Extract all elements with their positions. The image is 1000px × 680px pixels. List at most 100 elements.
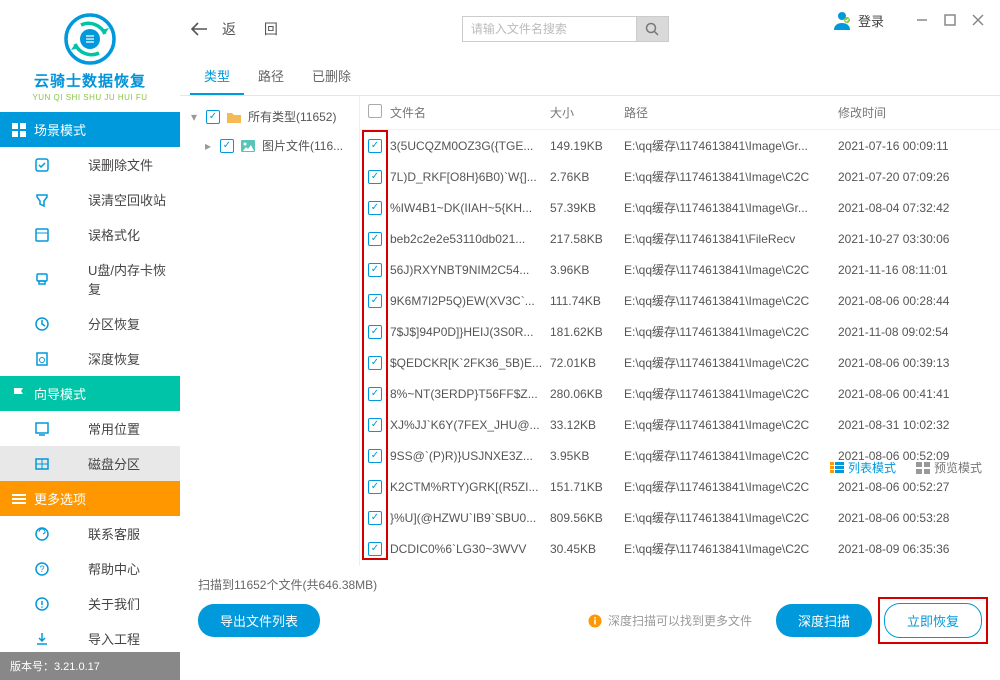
- col-filename[interactable]: 文件名: [390, 104, 550, 121]
- collapse-icon[interactable]: ▾: [188, 110, 200, 124]
- cell-filename: beb2c2e2e53110db021...: [390, 232, 550, 246]
- sidebar: 云骑士数据恢复 YUN QI SHI SHU JU HUI FU 场景模式 误删…: [0, 40, 180, 652]
- cell-size: 72.01KB: [550, 356, 624, 370]
- cell-date: 2021-08-06 00:52:27: [838, 480, 988, 494]
- cell-date: 2021-07-16 00:09:11: [838, 139, 988, 153]
- nav-item[interactable]: 导入工程: [0, 621, 180, 656]
- cell-path: E:\qq缓存\1174613841\Image\C2C: [624, 540, 838, 557]
- file-list-header: 文件名 大小 路径 修改时间: [360, 96, 1000, 130]
- col-path[interactable]: 路径: [624, 104, 838, 121]
- col-size[interactable]: 大小: [550, 104, 624, 121]
- tree-row-images[interactable]: ▸ ✓ 图片文件(116...: [180, 131, 359, 160]
- row-checkbox[interactable]: ✓: [368, 232, 382, 246]
- file-row[interactable]: ✓DCDIC0%6`LG30~3WVV30.45KBE:\qq缓存\117461…: [360, 533, 1000, 564]
- nav-item[interactable]: 常用位置: [0, 411, 180, 446]
- cell-path: E:\qq缓存\1174613841\FileRecv: [624, 230, 838, 247]
- file-row[interactable]: ✓7L)D_RKF[O8H}6B0)`W{]...2.76KBE:\qq缓存\1…: [360, 161, 1000, 192]
- search-button[interactable]: [637, 16, 669, 42]
- file-row[interactable]: ✓%IW4B1~DK(IIAH~5{KH...57.39KBE:\qq缓存\11…: [360, 192, 1000, 223]
- search-input[interactable]: [462, 16, 637, 42]
- cell-path: E:\qq缓存\1174613841\Image\C2C: [624, 447, 838, 464]
- deep-scan-tip: 深度扫描可以找到更多文件: [588, 612, 752, 629]
- row-checkbox[interactable]: ✓: [368, 542, 382, 556]
- nav-item[interactable]: 联系客服: [0, 516, 180, 551]
- flag-icon: [12, 387, 26, 401]
- row-checkbox[interactable]: ✓: [368, 511, 382, 525]
- cell-size: 181.62KB: [550, 325, 624, 339]
- row-checkbox[interactable]: ✓: [368, 263, 382, 277]
- file-row[interactable]: ✓3(5UCQZM0OZ3G({TGE...149.19KBE:\qq缓存\11…: [360, 130, 1000, 161]
- content-area: 返 回 类型 路径 已删除 ▾ ✓ 所有类型(11652): [180, 40, 1000, 652]
- cell-filename: K2CTM%RTY)GRK[(R5ZI...: [390, 480, 550, 494]
- row-checkbox[interactable]: ✓: [368, 418, 382, 432]
- menu-icon: [12, 492, 26, 506]
- row-checkbox[interactable]: ✓: [368, 356, 382, 370]
- back-button[interactable]: 返 回: [190, 19, 290, 39]
- file-row[interactable]: ✓}%U](@HZWU`IB9`SBU0...809.56KBE:\qq缓存\1…: [360, 502, 1000, 533]
- nav-item[interactable]: 分区恢复: [0, 306, 180, 341]
- row-checkbox[interactable]: ✓: [368, 449, 382, 463]
- row-checkbox[interactable]: ✓: [368, 294, 382, 308]
- file-row[interactable]: ✓beb2c2e2e53110db021...217.58KBE:\qq缓存\1…: [360, 223, 1000, 254]
- cell-size: 2.76KB: [550, 170, 624, 184]
- preview-view-button[interactable]: 预览模式: [916, 459, 982, 476]
- expand-icon[interactable]: ▸: [202, 139, 214, 153]
- cell-size: 809.56KB: [550, 511, 624, 525]
- checkbox[interactable]: ✓: [206, 110, 220, 124]
- nav-item[interactable]: 误清空回收站: [0, 182, 180, 217]
- row-checkbox[interactable]: ✓: [368, 387, 382, 401]
- nav-icon: [34, 192, 50, 208]
- list-icon: [830, 462, 844, 474]
- nav-icon: [34, 456, 50, 472]
- cell-size: 33.12KB: [550, 418, 624, 432]
- arrow-left-icon: [190, 22, 208, 36]
- nav-icon: [34, 271, 50, 287]
- checkbox[interactable]: ✓: [220, 139, 234, 153]
- file-row[interactable]: ✓$QEDCKR[K`2FK36_5B)E...72.01KBE:\qq缓存\1…: [360, 347, 1000, 378]
- cell-size: 3.96KB: [550, 263, 624, 277]
- file-row[interactable]: ✓56J)RXYNBT9NIM2C54...3.96KBE:\qq缓存\1174…: [360, 254, 1000, 285]
- nav-item[interactable]: U盘/内存卡恢复: [0, 252, 180, 306]
- col-date[interactable]: 修改时间: [838, 104, 988, 121]
- row-checkbox[interactable]: ✓: [368, 480, 382, 494]
- search-icon: [645, 22, 659, 36]
- logo-subtitle: YUN QI SHI SHU JU HUI FU: [0, 93, 180, 102]
- file-list: 文件名 大小 路径 修改时间 ✓3(5UCQZM0OZ3G({TGE...149…: [360, 96, 1000, 566]
- row-checkbox[interactable]: ✓: [368, 139, 382, 153]
- export-list-button[interactable]: 导出文件列表: [198, 604, 320, 637]
- nav-item[interactable]: 误删除文件: [0, 147, 180, 182]
- file-row[interactable]: ✓8%~NT(3ERDP}T56FF$Z...280.06KBE:\qq缓存\1…: [360, 378, 1000, 409]
- file-row[interactable]: ✓XJ%JJ`K6Y(7FEX_JHU@...33.12KBE:\qq缓存\11…: [360, 409, 1000, 440]
- cell-path: E:\qq缓存\1174613841\Image\C2C: [624, 354, 838, 371]
- tab-type[interactable]: 类型: [190, 58, 244, 95]
- tab-deleted[interactable]: 已删除: [298, 58, 365, 95]
- info-icon: [588, 614, 602, 628]
- row-checkbox[interactable]: ✓: [368, 201, 382, 215]
- tab-path[interactable]: 路径: [244, 58, 298, 95]
- select-all-checkbox[interactable]: [368, 104, 382, 118]
- nav-item[interactable]: 深度恢复: [0, 341, 180, 376]
- nav-item[interactable]: ?帮助中心: [0, 551, 180, 586]
- cell-date: 2021-08-09 06:35:36: [838, 542, 988, 556]
- folder-icon: [226, 110, 242, 124]
- recover-now-button[interactable]: 立即恢复: [884, 603, 982, 638]
- cell-path: E:\qq缓存\1174613841\Image\C2C: [624, 323, 838, 340]
- cell-filename: 9K6M7I2P5Q)EW(XV3C`...: [390, 294, 550, 308]
- file-row[interactable]: ✓7$J$]94P0D]}HEIJ(3S0R...181.62KBE:\qq缓存…: [360, 316, 1000, 347]
- tree-row-all[interactable]: ▾ ✓ 所有类型(11652): [180, 102, 359, 131]
- nav-icon: [34, 596, 50, 612]
- cell-path: E:\qq缓存\1174613841\Image\Gr...: [624, 137, 838, 154]
- row-checkbox[interactable]: ✓: [368, 325, 382, 339]
- deep-scan-button[interactable]: 深度扫描: [776, 604, 872, 637]
- cell-path: E:\qq缓存\1174613841\Image\C2C: [624, 509, 838, 526]
- nav-item[interactable]: 磁盘分区: [0, 446, 180, 481]
- nav-item[interactable]: 误格式化: [0, 217, 180, 252]
- row-checkbox[interactable]: ✓: [368, 170, 382, 184]
- scene-mode-header: 场景模式: [0, 112, 180, 147]
- version-label: 版本号：3.21.0.17: [0, 652, 180, 680]
- footer: 扫描到11652个文件(共646.38MB) 导出文件列表 深度扫描可以找到更多…: [180, 566, 1000, 652]
- file-row[interactable]: ✓9K6M7I2P5Q)EW(XV3C`...111.74KBE:\qq缓存\1…: [360, 285, 1000, 316]
- list-view-button[interactable]: 列表模式: [830, 459, 896, 476]
- nav-item[interactable]: 关于我们: [0, 586, 180, 621]
- svg-text:?: ?: [39, 564, 44, 574]
